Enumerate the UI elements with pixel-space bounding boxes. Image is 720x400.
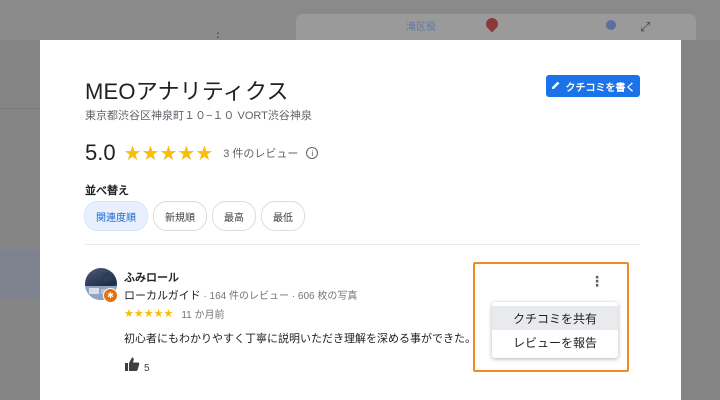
background-map: 滝区役 ⤢ xyxy=(296,14,696,40)
like-count: 5 xyxy=(144,362,150,374)
business-name: MEOアナリティクス xyxy=(85,79,289,104)
like-button[interactable]: 5 xyxy=(124,356,150,376)
sort-chip-newest[interactable]: 新規順 xyxy=(153,201,207,231)
more-options-icon[interactable]: ⋮ xyxy=(590,273,604,291)
thumbs-up-icon xyxy=(124,356,140,376)
rating-score: 5.0 xyxy=(85,140,116,165)
sort-chips: 関連度順 新規順 最高 最低 xyxy=(84,201,305,231)
rating-stars: ★★★★★ xyxy=(123,141,214,165)
review-options-menu: クチコミを共有 レビューを報告 xyxy=(492,302,618,358)
reviewer-name[interactable]: ふみロール xyxy=(124,269,179,285)
write-review-button[interactable]: クチコミを書く xyxy=(546,75,640,97)
divider xyxy=(85,244,640,245)
sort-chip-highest[interactable]: 最高 xyxy=(212,201,256,231)
expand-icon: ⤢ xyxy=(640,20,651,35)
local-guide-badge-icon: ✱ xyxy=(103,288,118,303)
review-stars: ★★★★★ xyxy=(124,307,174,320)
background-divider xyxy=(0,108,40,109)
write-review-label: クチコミを書く xyxy=(565,82,636,94)
map-marker-icon xyxy=(483,15,501,33)
map-label: 滝区役 xyxy=(406,22,436,33)
menu-item-report-review[interactable]: レビューを報告 xyxy=(492,330,618,354)
sort-label: 並べ替え xyxy=(85,185,129,197)
background-highlight xyxy=(0,250,40,300)
reviewer-stats: · 164 件のレビュー · 606 枚の写真 xyxy=(200,291,358,302)
review-rating-row: ★★★★★ 11 か月前 xyxy=(124,306,224,321)
reviewer-meta: ローカルガイド · 164 件のレビュー · 606 枚の写真 xyxy=(124,287,357,303)
local-guide-label: ローカルガイド xyxy=(124,290,201,302)
info-icon[interactable]: i xyxy=(306,147,319,159)
pencil-icon xyxy=(551,80,561,93)
sort-chip-lowest[interactable]: 最低 xyxy=(261,201,305,231)
review-text: 初心者にもわかりやすく丁寧に説明いただき理解を深める事ができた。 xyxy=(124,333,476,345)
sort-chip-relevance[interactable]: 関連度順 xyxy=(84,201,148,231)
reviews-dialog: MEOアナリティクス 東京都渋谷区神泉町１０−１０ VORT渋谷神泉 クチコミを… xyxy=(40,40,681,400)
review-date: 11 か月前 xyxy=(181,310,225,321)
review-count: 3 件のレビュー xyxy=(223,148,299,160)
map-pin-icon xyxy=(606,20,616,30)
menu-item-share-review[interactable]: クチコミを共有 xyxy=(492,306,618,330)
rating-summary: 5.0 ★★★★★ 3 件のレビュー i xyxy=(85,140,319,166)
business-address: 東京都渋谷区神泉町１０−１０ VORT渋谷神泉 xyxy=(85,110,312,122)
